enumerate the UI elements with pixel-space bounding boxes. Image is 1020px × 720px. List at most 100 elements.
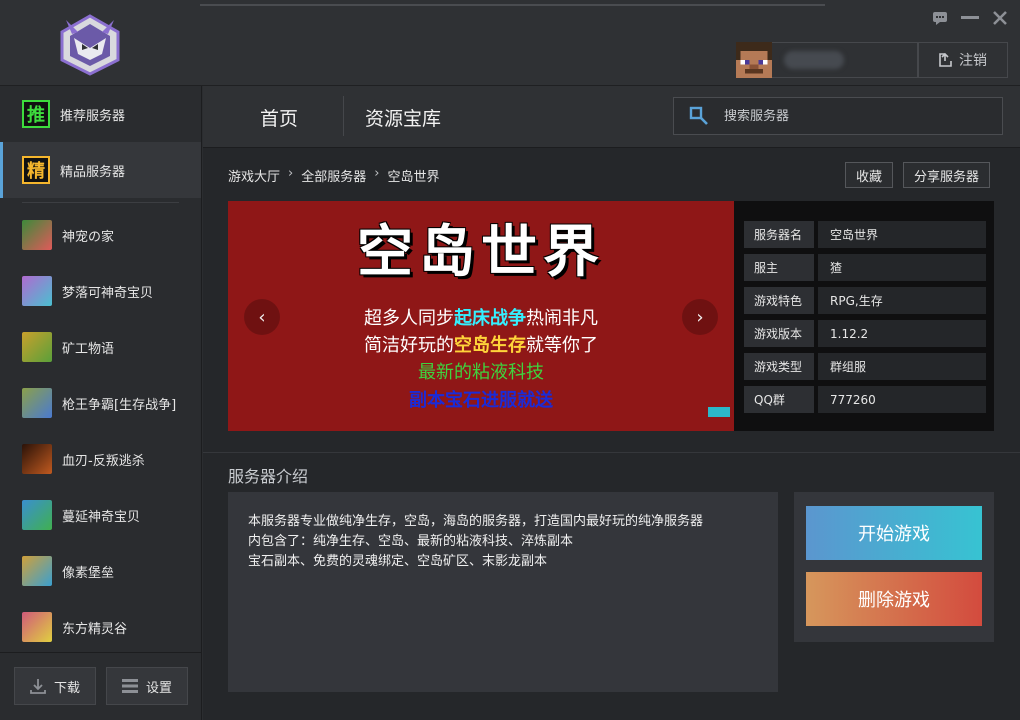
banner-line-2: 简洁好玩的空岛生存就等你了 xyxy=(364,335,598,356)
intro-line: 宝石副本、免费的灵魂绑定、空岛矿区、末影龙副本 xyxy=(248,554,548,569)
info-key: 游戏特色 xyxy=(744,287,814,314)
server-thumbnail xyxy=(22,556,52,586)
banner-prev-chevron-left-icon[interactable]: ‹ xyxy=(244,299,280,335)
info-value: 群组服 xyxy=(818,353,986,380)
banner-title: 空岛世界 xyxy=(357,220,605,285)
server-thumbnail xyxy=(22,332,52,362)
main-content: 游戏大厅 › 全部服务器 › 空岛世界 收藏 分享服务器 空岛世界 超多人同步起… xyxy=(203,148,1020,720)
intro-line: 本服务器专业做纯净生存，空岛，海岛的服务器，打造国内最好玩的纯净服务器 xyxy=(248,514,704,529)
server-list-item[interactable]: 像素堡垒 xyxy=(0,543,201,599)
server-name: 矿工物语 xyxy=(62,341,115,357)
sidebar-item-label: 推荐服务器 xyxy=(60,108,126,124)
server-list-item[interactable]: 枪王争霸[生存战争] xyxy=(0,375,201,431)
info-row: 游戏类型 群组服 xyxy=(744,353,986,380)
download-button[interactable]: 下载 xyxy=(14,667,96,705)
info-key: 游戏版本 xyxy=(744,320,814,347)
settings-button[interactable]: 设置 xyxy=(106,667,188,705)
server-thumbnail xyxy=(22,388,52,418)
server-list-item[interactable]: 神宠の家 xyxy=(0,207,201,263)
server-list-item[interactable]: 蔓延神奇宝贝 xyxy=(0,487,201,543)
logout-button[interactable]: 注销 xyxy=(918,42,1008,78)
app-logo-icon xyxy=(60,14,120,76)
sidebar-item-label: 精品服务器 xyxy=(60,164,126,180)
info-key: 服务器名 xyxy=(744,221,814,248)
user-area: 注销 xyxy=(736,42,1008,78)
server-list-item[interactable]: 矿工物语 xyxy=(0,319,201,375)
info-value: 777260 xyxy=(818,386,986,413)
share-server-button[interactable]: 分享服务器 xyxy=(902,162,990,188)
sidebar: 推 推荐服务器 精 精品服务器 神宠の家 梦落可神奇宝贝 矿工物语 枪王争霸[生… xyxy=(0,86,202,720)
server-list-item[interactable]: 血刃-反叛逃杀 xyxy=(0,431,201,487)
info-value: 猹 xyxy=(818,254,986,281)
sidebar-footer: 下载 设置 xyxy=(0,652,202,720)
section-divider xyxy=(203,452,1020,453)
avatar[interactable] xyxy=(736,42,772,78)
title-bar-line xyxy=(200,0,825,6)
search-icon[interactable] xyxy=(674,106,724,126)
start-game-button[interactable]: 开始游戏 xyxy=(806,506,982,560)
search-box xyxy=(673,97,1003,135)
intro-line: 内包含了：纯净生存、空岛、最新的粘液科技、淬炼副本 xyxy=(248,534,574,549)
breadcrumb-current: 空岛世界 xyxy=(387,170,440,185)
info-key: 游戏类型 xyxy=(744,353,814,380)
sidebar-divider xyxy=(22,202,179,203)
server-thumbnail xyxy=(22,276,52,306)
tab-home[interactable]: 首页 xyxy=(260,86,298,148)
info-value: RPG,生存 xyxy=(818,287,986,314)
info-row: QQ群 777260 xyxy=(744,386,986,413)
server-thumbnail xyxy=(22,612,52,642)
info-row: 服主 猹 xyxy=(744,254,986,281)
breadcrumb-all-servers[interactable]: 全部服务器 xyxy=(301,166,366,185)
top-nav: 首页 资源宝库 xyxy=(203,86,1020,148)
server-list-item[interactable]: 东方精灵谷 xyxy=(0,599,201,655)
close-icon[interactable] xyxy=(990,8,1010,28)
game-action-panel: 开始游戏 删除游戏 xyxy=(794,492,994,642)
title-bar: 注销 xyxy=(0,0,1020,86)
server-actions: 收藏 分享服务器 xyxy=(844,162,990,188)
download-icon xyxy=(30,679,46,694)
server-thumbnail xyxy=(22,500,52,530)
recommended-badge-icon: 推 xyxy=(22,100,50,128)
banner-line-1: 超多人同步起床战争热闹非凡 xyxy=(364,308,598,329)
server-name: 像素堡垒 xyxy=(62,565,115,581)
premium-badge-icon: 精 xyxy=(22,156,50,184)
sidebar-item-recommended[interactable]: 推 推荐服务器 xyxy=(0,86,201,142)
server-thumbnail xyxy=(22,220,52,250)
server-banner: 空岛世界 超多人同步起床战争热闹非凡 简洁好玩的空岛生存就等你了 最新的粘液科技… xyxy=(228,201,734,431)
info-row: 游戏版本 1.12.2 xyxy=(744,320,986,347)
nav-divider xyxy=(343,96,344,136)
breadcrumb-lobby[interactable]: 游戏大厅 xyxy=(228,166,280,185)
info-key: QQ群 xyxy=(744,386,814,413)
info-value: 1.12.2 xyxy=(818,320,986,347)
banner-next-chevron-right-icon[interactable]: › xyxy=(682,299,718,335)
server-list-item[interactable]: 梦落可神奇宝贝 xyxy=(0,263,201,319)
tab-resources[interactable]: 资源宝库 xyxy=(365,86,441,148)
minimize-icon[interactable] xyxy=(960,8,980,28)
intro-text-box: 本服务器专业做纯净生存，空岛，海岛的服务器，打造国内最好玩的纯净服务器 内包含了… xyxy=(228,492,778,692)
logout-icon xyxy=(939,53,952,67)
info-row: 服务器名 空岛世界 xyxy=(744,221,986,248)
banner-line-3: 最新的粘液科技 xyxy=(418,362,544,383)
server-name: 梦落可神奇宝贝 xyxy=(62,285,154,301)
server-thumbnail xyxy=(22,444,52,474)
server-name: 血刃-反叛逃杀 xyxy=(62,453,145,469)
server-name: 枪王争霸[生存战争] xyxy=(62,397,177,413)
server-name: 东方精灵谷 xyxy=(62,621,128,637)
settings-label: 设置 xyxy=(145,680,172,696)
delete-game-button[interactable]: 删除游戏 xyxy=(806,572,982,626)
feedback-icon[interactable] xyxy=(930,8,950,28)
breadcrumb: 游戏大厅 › 全部服务器 › 空岛世界 xyxy=(228,166,439,185)
server-info-panel: 服务器名 空岛世界 服主 猹 游戏特色 RPG,生存 游戏版本 1.12.2 游… xyxy=(734,201,994,431)
info-row: 游戏特色 RPG,生存 xyxy=(744,287,986,314)
banner-line-4: 副本宝石进服就送 xyxy=(409,390,553,411)
favorite-button[interactable]: 收藏 xyxy=(844,162,893,188)
username-blurred xyxy=(784,51,844,69)
server-name: 蔓延神奇宝贝 xyxy=(62,509,141,525)
username-display xyxy=(772,42,918,78)
banner-page-indicator[interactable] xyxy=(708,407,730,417)
menu-icon xyxy=(121,679,138,693)
sidebar-item-premium[interactable]: 精 精品服务器 xyxy=(0,142,201,198)
search-input[interactable] xyxy=(724,108,984,124)
intro-heading: 服务器介绍 xyxy=(228,467,309,486)
window-controls xyxy=(930,8,1010,28)
